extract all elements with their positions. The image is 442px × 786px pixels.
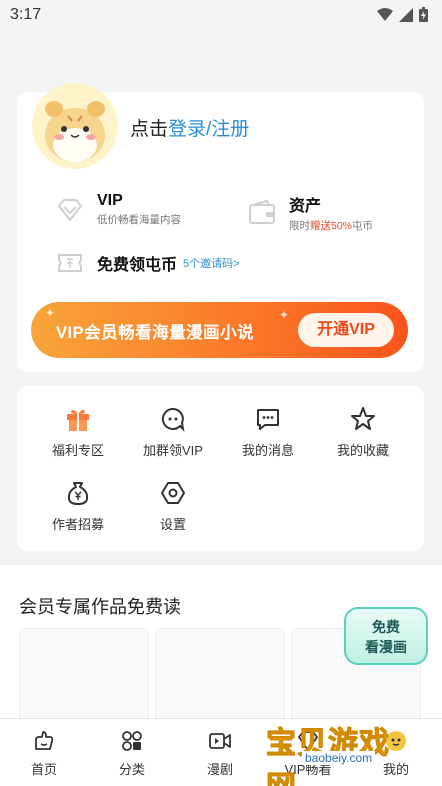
section-title: 会员专属作品免费读: [19, 597, 181, 617]
tab-label: 首页: [30, 762, 57, 777]
tab-home[interactable]: 首页: [0, 729, 88, 778]
home-icon: [35, 731, 54, 750]
open-vip-button[interactable]: 开通VIP: [298, 313, 394, 347]
assets-title: 资产: [289, 198, 322, 215]
invite-codes-link[interactable]: 5个邀请码>: [183, 255, 240, 271]
menu-item-favorites[interactable]: 我的收藏: [313, 406, 413, 459]
status-bar: 3:17: [0, 0, 442, 32]
status-icons: [377, 7, 428, 22]
assets-subtitle: 限时赠送50%屯币: [289, 218, 373, 233]
status-time: 3:17: [10, 6, 42, 23]
battery-icon: [419, 7, 428, 22]
menu-card: 福利专区 加群领VIP 我的消息 我的收藏 作者招募 设置: [17, 386, 424, 551]
vip-feature[interactable]: VIP 低价畅看海量内容: [55, 192, 181, 227]
group-chat-icon: [161, 407, 185, 432]
tab-label: 漫剧: [206, 762, 233, 777]
menu-item-author-recruit[interactable]: 作者招募: [28, 480, 128, 533]
diamond-icon: [57, 198, 83, 222]
assets-subtitle-highlight: 赠送50%: [310, 220, 353, 232]
menu-item-messages[interactable]: 我的消息: [218, 406, 318, 459]
star-icon: [351, 407, 375, 430]
site-watermark: 宝贝游戏网 baobeiy.com: [266, 718, 416, 786]
vip-title: VIP: [97, 192, 123, 209]
menu-label: 我的消息: [241, 443, 294, 458]
free-coins-feature[interactable]: 免费领屯币 5个邀请码>: [55, 248, 240, 278]
sparkle-icon: ✦: [45, 306, 56, 320]
login-link-text[interactable]: 登录/注册: [168, 119, 249, 140]
assets-subtitle-post: 屯币: [352, 220, 374, 232]
vip-banner-text: VIP会员畅看海量漫画小说: [56, 324, 255, 342]
category-icon: [122, 731, 142, 751]
free-badge-line2: 看漫画: [365, 639, 407, 655]
login-prefix: 点击: [130, 119, 169, 140]
wallet-icon: [249, 199, 275, 224]
free-badge-line1: 免费: [372, 619, 400, 635]
ticket-icon: [58, 254, 82, 272]
vip-subtitle: 低价畅看海量内容: [97, 214, 181, 226]
menu-label: 作者招募: [51, 517, 104, 532]
video-icon: [209, 733, 231, 749]
login-register-link[interactable]: 点击登录/注册: [130, 114, 249, 141]
menu-label: 福利专区: [51, 443, 104, 458]
menu-label: 加群领VIP: [143, 443, 203, 458]
menu-label: 我的收藏: [336, 443, 389, 458]
gift-icon: [67, 409, 89, 431]
menu-item-join-group[interactable]: 加群领VIP: [123, 406, 223, 459]
settings-icon: [161, 482, 185, 504]
free-comics-badge[interactable]: 免费 看漫画: [344, 607, 428, 665]
tab-label: 分类: [118, 762, 145, 777]
free-coins-title: 免费领屯币: [97, 257, 178, 274]
avatar[interactable]: [32, 83, 118, 169]
profile-card: 点击登录/注册 VIP 低价畅看海量内容 资产 限时赠送50%屯币 免费领屯币 …: [17, 83, 424, 372]
menu-item-settings[interactable]: 设置: [123, 480, 223, 533]
message-icon: [257, 409, 279, 430]
signal-icon: [399, 7, 413, 22]
wifi-icon: [377, 7, 393, 21]
vip-banner[interactable]: ✦ ✦ VIP会员畅看海量漫画小说 开通VIP: [31, 302, 408, 358]
money-bag-icon: [67, 482, 89, 505]
watermark-url: baobeiy.com: [302, 751, 376, 765]
hamster-avatar-icon: [45, 101, 105, 162]
tab-category[interactable]: 分类: [88, 729, 176, 778]
menu-label: 设置: [159, 517, 186, 532]
assets-subtitle-pre: 限时: [289, 220, 310, 232]
assets-feature[interactable]: 资产 限时赠送50%屯币: [247, 192, 373, 233]
menu-item-welfare[interactable]: 福利专区: [28, 406, 128, 459]
tab-video[interactable]: 漫剧: [176, 729, 264, 778]
sparkle-icon: ✦: [279, 308, 290, 322]
